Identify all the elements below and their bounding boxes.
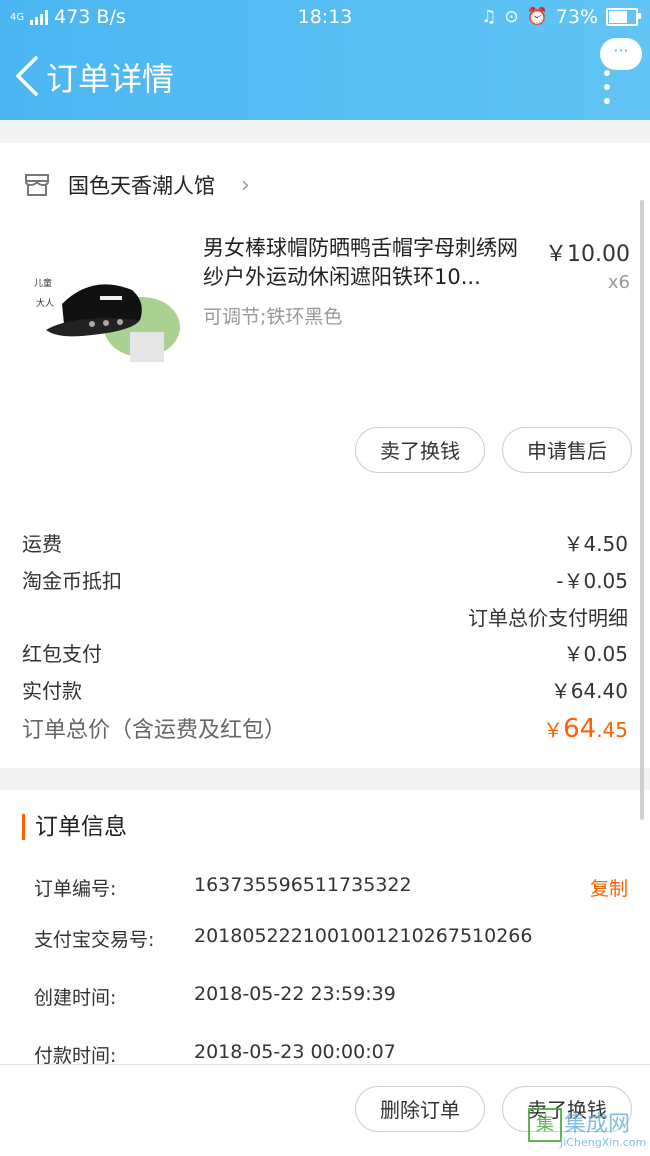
paid-value: ￥64.40 [550,679,628,703]
scrollbar[interactable] [640,200,644,820]
after-sale-button[interactable]: 申请售后 [502,427,632,473]
product-quantity: x6 [607,272,630,293]
battery-percent: 73% [555,6,598,28]
product-sku: 可调节;铁环黑色 [203,306,343,328]
redpacket-label: 红包支付 [22,642,102,666]
alarm-icon: ⏰ [526,7,548,27]
back-arrow-icon[interactable] [12,54,42,98]
watermark-url: JiChengXin.com [560,1136,647,1149]
payment-detail-link[interactable]: 订单总价支付明细 [468,602,628,631]
total-decimal: .45 [596,718,628,742]
lock-rotation-icon: ⊙ [504,7,519,27]
paid-label: 实付款 [22,679,82,703]
coin-label: 淘金币抵扣 [22,569,122,593]
shop-icon [25,174,49,196]
delete-order-button[interactable]: 删除订单 [355,1086,485,1132]
created-time-value: 2018-05-22 23:59:39 [194,983,396,1005]
created-time-label: 创建时间: [34,987,117,1009]
shop-row[interactable]: 国色天香潮人馆 › [24,170,250,200]
shipping-label: 运费 [22,532,62,556]
paid-time-value: 2018-05-23 00:00:07 [194,1041,396,1063]
shop-name: 国色天香潮人馆 [68,174,215,198]
coin-value: -￥0.05 [556,569,628,593]
alipay-value: 2018052221001001210267510266 [194,925,533,947]
more-menu-button[interactable]: ··· [600,38,642,70]
order-info-heading: 订单信息 [22,814,127,840]
copy-button[interactable]: 复制 [590,874,628,901]
product-image[interactable]: 儿童 大人 [22,232,182,392]
alipay-label: 支付宝交易号: [34,929,155,951]
order-number-label: 订单编号: [34,878,117,900]
redpacket-value: ￥0.05 [563,642,628,666]
watermark: 集 集成网 JiChengXin.com [528,1106,646,1152]
chevron-right-icon: › [241,172,250,198]
order-number-value: 163735596511735322 [194,874,412,896]
watermark-logo-icon: 集 [528,1108,562,1142]
nav-bar: 订单详情 ··· [0,36,650,120]
total-currency: ￥ [543,718,564,742]
sell-item-button[interactable]: 卖了换钱 [355,427,485,473]
order-total-label: 订单总价（含运费及红包） [22,718,287,743]
watermark-text: 集成网 [564,1112,631,1137]
more-dots-icon[interactable] [604,70,610,104]
product-title[interactable]: 男女棒球帽防晒鸭舌帽字母刺绣网纱户外运动休闲遮阳铁环10... [203,234,533,292]
shipping-value: ￥4.50 [563,532,628,556]
image-tag-adult: 大人 [36,299,55,309]
product-price: ￥10.00 [545,242,630,267]
image-tag-kids: 儿童 [34,279,53,289]
total-integer: 64 [563,714,597,744]
silent-icon: ♫ [481,7,497,27]
status-bar: 4G 473 B/s 18:13 ♫ ⊙ ⏰ 73% [0,0,650,36]
coin-row: 淘金币抵扣 -￥0.05 [22,565,628,594]
order-total-value: ￥64.45 [543,714,628,744]
paid-row: 实付款 ￥64.40 [22,675,628,704]
order-total-row: 订单总价（含运费及红包） ￥64.45 [22,712,628,744]
shipping-row: 运费 ￥4.50 [22,528,628,557]
redpacket-row: 红包支付 ￥0.05 [22,638,628,667]
battery-icon [606,8,641,26]
page-title: 订单详情 [46,60,175,98]
payment-detail-row[interactable]: 订单总价支付明细 [22,602,628,631]
